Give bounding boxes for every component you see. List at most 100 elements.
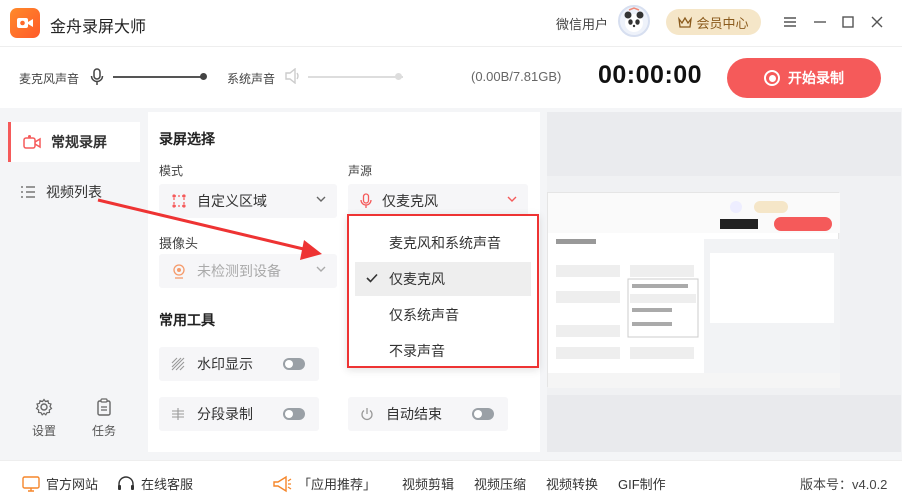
tool-label: 水印显示 (197, 356, 253, 372)
speaker-icon[interactable] (284, 68, 302, 84)
footer-link-label: 官方网站 (46, 477, 99, 492)
option-label: 仅麦克风 (389, 271, 445, 287)
video-edit-link[interactable]: 视频剪辑 (402, 474, 454, 493)
video-convert-link[interactable]: 视频转换 (546, 474, 598, 493)
minimize-icon[interactable] (810, 12, 830, 32)
sidebar: 常规录屏 视频列表 设置 任务 (0, 108, 148, 460)
app-recommend-link[interactable]: 「应用推荐」 (272, 474, 376, 493)
dropdown-option-selected[interactable]: 仅麦克风 (355, 262, 531, 296)
camera-value: 未检测到设备 (197, 263, 281, 279)
segment-tool[interactable]: 分段录制 (159, 397, 319, 431)
footer-link-label: 「应用推荐」 (298, 477, 377, 492)
title-bar: 金舟录屏大师 微信用户 会员中心 (0, 0, 902, 46)
source-value: 仅麦克风 (382, 193, 438, 209)
sidebar-item-regular-record[interactable]: 常规录屏 (8, 122, 140, 162)
camera-label: 摄像头 (159, 236, 199, 251)
tasks-button[interactable]: 任务 (84, 398, 124, 439)
footer-link-label: 视频剪辑 (402, 477, 455, 492)
option-label: 仅系统声音 (389, 307, 459, 323)
monitor-icon (22, 475, 40, 492)
vip-label: 会员中心 (696, 15, 749, 31)
option-label: 麦克风和系统声音 (389, 235, 501, 251)
section-title-record-select: 录屏选择 (159, 131, 215, 147)
video-compress-link[interactable]: 视频压缩 (474, 474, 526, 493)
chevron-down-icon (316, 266, 326, 272)
audio-source-select[interactable]: 仅麦克风 (348, 184, 528, 218)
settings-label: 设置 (31, 424, 56, 438)
audio-record-bar: 麦克风声音 系统声音 (0.00B/7.81GB) 00:00:00 开始录制 (0, 46, 902, 108)
source-label: 声源 (348, 164, 373, 178)
menu-icon[interactable] (780, 12, 800, 32)
segment-toggle[interactable] (283, 408, 305, 420)
version-label: 版本号：v4.0.2 (800, 477, 888, 492)
chevron-down-icon (507, 196, 517, 202)
auto-end-toggle[interactable] (472, 408, 494, 420)
mode-label: 模式 (159, 164, 184, 178)
dropdown-option[interactable]: 麦克风和系统声音 (355, 226, 531, 260)
segment-icon (172, 408, 184, 420)
microphone-icon[interactable] (90, 68, 104, 86)
watermark-icon (171, 357, 185, 371)
camera-icon (173, 264, 185, 279)
start-record-button[interactable]: 开始录制 (727, 58, 881, 98)
settings-button[interactable]: 设置 (24, 398, 64, 439)
sidebar-item-label: 视频列表 (46, 184, 102, 200)
preview-thumbnail (547, 192, 840, 388)
mode-select[interactable]: 自定义区域 (159, 184, 337, 218)
maximize-icon[interactable] (838, 12, 858, 32)
screen-record-icon (23, 135, 41, 149)
power-icon (361, 408, 373, 421)
option-label: 不录声音 (389, 343, 445, 359)
headset-icon (118, 475, 134, 490)
preview-bottom-strip (547, 395, 901, 452)
mode-value: 自定义区域 (197, 193, 267, 209)
list-icon (21, 186, 35, 198)
system-slider-knob[interactable] (395, 73, 403, 80)
watermark-toggle[interactable] (283, 358, 305, 370)
system-volume-slider[interactable] (308, 76, 403, 78)
footer: 官方网站 在线客服 「应用推荐」 视频剪辑 视频压缩 视频转换 GIF制作 版本… (0, 460, 902, 502)
start-record-label: 开始录制 (788, 70, 844, 86)
avatar[interactable] (618, 5, 650, 37)
auto-end-tool[interactable]: 自动结束 (348, 397, 508, 431)
audio-source-dropdown: 麦克风和系统声音 仅麦克风 仅系统声音 不录声音 (347, 214, 539, 368)
app-title: 金舟录屏大师 (50, 19, 147, 36)
camera-select[interactable]: 未检测到设备 (159, 254, 337, 288)
chevron-down-icon (316, 196, 326, 202)
footer-link-label: 视频转换 (546, 477, 599, 492)
check-icon (366, 273, 378, 283)
megaphone-icon (273, 475, 292, 492)
crown-icon (678, 16, 693, 28)
online-support-link[interactable]: 在线客服 (117, 474, 193, 493)
microphone-icon (360, 193, 372, 208)
storage-indicator: (0.00B/7.81GB) (471, 69, 562, 84)
tasks-label: 任务 (91, 424, 116, 438)
official-site-link[interactable]: 官方网站 (22, 474, 98, 493)
system-volume-label: 系统声音 (227, 72, 276, 86)
sidebar-item-label: 常规录屏 (51, 134, 107, 150)
section-title-tools: 常用工具 (159, 312, 215, 328)
record-dot-icon (764, 70, 780, 86)
close-icon[interactable] (867, 12, 887, 32)
user-name[interactable]: 微信用户 (556, 14, 608, 33)
sidebar-item-video-list[interactable]: 视频列表 (8, 172, 140, 212)
footer-link-label: 在线客服 (141, 477, 194, 492)
mic-slider-knob[interactable] (200, 73, 208, 80)
preview-area (547, 112, 901, 452)
preview-top-strip (547, 112, 901, 176)
region-icon (172, 194, 186, 208)
gif-make-link[interactable]: GIF制作 (618, 474, 666, 493)
dropdown-option[interactable]: 不录声音 (355, 334, 531, 368)
dropdown-option[interactable]: 仅系统声音 (355, 298, 531, 332)
watermark-tool[interactable]: 水印显示 (159, 347, 319, 381)
mic-volume-label: 麦克风声音 (19, 72, 80, 86)
footer-link-label: GIF制作 (618, 477, 666, 492)
app-logo-icon (10, 8, 40, 38)
vip-center-button[interactable]: 会员中心 (666, 9, 761, 35)
footer-link-label: 视频压缩 (474, 477, 527, 492)
gear-icon (35, 398, 53, 416)
mic-volume-slider[interactable] (113, 76, 205, 78)
task-icon (97, 398, 111, 416)
tool-label: 分段录制 (197, 406, 253, 422)
tool-label: 自动结束 (386, 406, 442, 422)
